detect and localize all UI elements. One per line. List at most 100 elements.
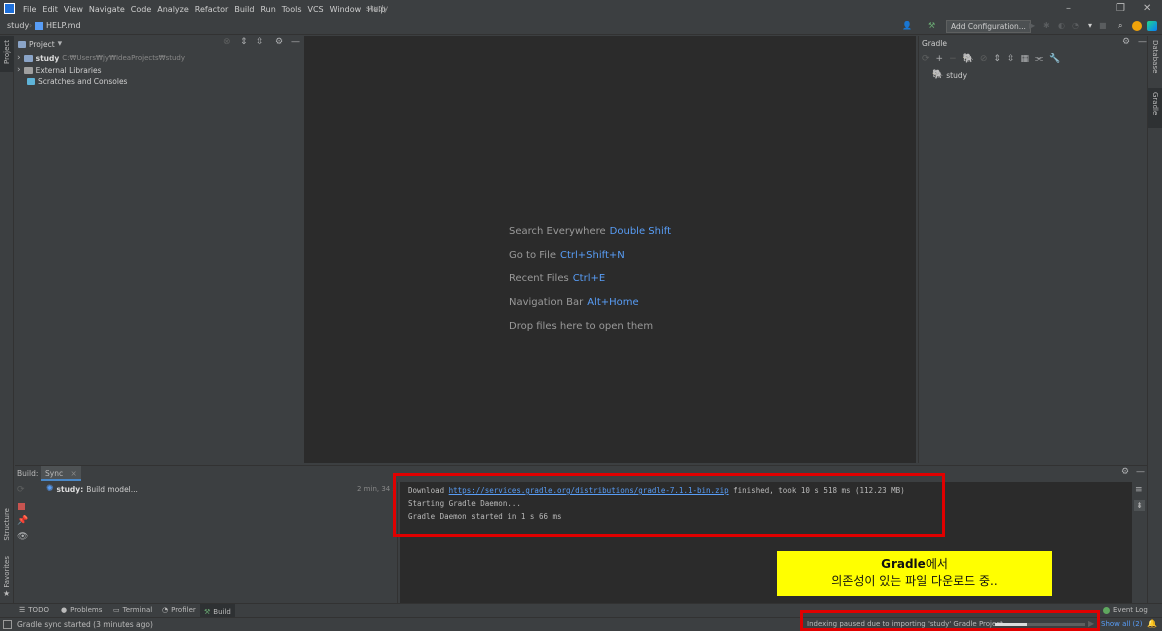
execute-task-icon[interactable]: 🐘 [963, 54, 974, 64]
notifications-icon[interactable]: 🔔 [1147, 619, 1157, 628]
spinner-icon: ✺ [46, 484, 54, 494]
project-view-selector[interactable]: Project ▾ [18, 39, 62, 49]
collapse-all-icon[interactable]: ⇳ [1007, 54, 1015, 64]
update-icon[interactable] [1132, 21, 1142, 31]
project-tool-button[interactable]: Project [0, 36, 14, 72]
gear-icon[interactable]: ⚙ [1122, 37, 1130, 47]
project-tool-label: Project [3, 40, 11, 64]
profile-icon[interactable]: ◔ [1072, 21, 1079, 30]
menu-vcs[interactable]: VCS [306, 5, 328, 14]
menu-code[interactable]: Code [129, 5, 155, 14]
minimize-icon[interactable]: – [1066, 3, 1071, 14]
coverage-icon[interactable]: ◐ [1058, 21, 1065, 30]
database-tool-label[interactable]: Database [1151, 40, 1159, 73]
gradle-tree-root[interactable]: 🐘 study [932, 70, 967, 80]
add-icon[interactable]: + [936, 54, 944, 64]
tree-item-external-libraries[interactable]: › External Libraries [17, 65, 102, 75]
dependencies-icon[interactable]: ▦ [1021, 54, 1030, 64]
tab-label: Build [213, 608, 231, 616]
scroll-to-end-icon[interactable]: ⇟ [1134, 500, 1145, 511]
refresh-icon[interactable]: ⟳ [922, 54, 930, 64]
hide-icon[interactable]: — [1136, 467, 1145, 477]
remove-icon[interactable]: − [949, 54, 957, 64]
stop-icon[interactable]: ■ [1099, 21, 1107, 30]
soft-wrap-icon[interactable]: ≡ [1135, 485, 1143, 495]
gear-icon[interactable]: ⚙ [275, 37, 283, 47]
hide-icon[interactable]: — [291, 37, 300, 47]
menu-tools[interactable]: Tools [280, 5, 306, 14]
menu-file[interactable]: File [21, 5, 40, 14]
menu-run[interactable]: Run [258, 5, 279, 14]
expand-all-icon[interactable]: ⇕ [240, 37, 248, 47]
close-tab-icon[interactable]: × [70, 469, 76, 478]
build-hammer-icon[interactable]: ⚒ [928, 21, 935, 30]
search-icon[interactable]: ⌕ [1118, 21, 1122, 31]
menu-window[interactable]: Window [328, 5, 366, 14]
navigation-bar: study › HELP.md 👤 ⚒ Add Configuration...… [0, 18, 1162, 35]
collapse-all-icon[interactable]: ⇳ [256, 37, 264, 47]
breadcrumb-separator: › [29, 21, 33, 30]
event-log-button[interactable]: Event Log [1103, 606, 1148, 614]
stop-icon[interactable] [18, 503, 25, 510]
hint-label: Navigation Bar [509, 297, 584, 308]
gear-icon[interactable]: ⚙ [1121, 467, 1129, 477]
show-all-link[interactable]: Show all (2) [1101, 620, 1142, 628]
user-icon[interactable]: 👤 [902, 21, 912, 30]
tree-item-study[interactable]: › study C:₩Users₩jy₩IdeaProjects₩study [17, 53, 185, 63]
tab-build[interactable]: ⚒ Build [200, 604, 235, 618]
chevron-right-icon[interactable]: › [17, 65, 21, 75]
menu-bar: File Edit View Navigate Code Analyze Ref… [0, 0, 1162, 18]
status-message[interactable]: Gradle sync started (3 minutes ago) [17, 620, 153, 629]
tab-problems[interactable]: ● Problems [61, 606, 102, 614]
show-diagram-icon[interactable]: ⫘ [1035, 54, 1043, 64]
run-icon[interactable]: ▶ [1029, 21, 1035, 30]
left-tool-strip: Project Structure Favorites ★ [0, 36, 14, 603]
hint-shortcut: Double Shift [609, 226, 672, 237]
structure-tool-label[interactable]: Structure [3, 508, 11, 541]
debug-icon[interactable]: ✱ [1043, 21, 1050, 30]
toolbox-icon[interactable] [1147, 21, 1157, 31]
gradle-toolbar: ⟳ + − 🐘 ⊘ ⇕ ⇳ ▦ ⫘ 🔧 [922, 54, 1060, 64]
gradle-pane: Gradle ⚙ — ⟳ + − 🐘 ⊘ ⇕ ⇳ ▦ ⫘ 🔧 🐘 study [918, 36, 1147, 463]
favorites-tool-label[interactable]: Favorites [3, 556, 11, 588]
favorites-star-icon: ★ [3, 589, 11, 598]
rerun-icon[interactable]: ⟳ [17, 485, 25, 495]
expand-all-icon[interactable]: ⇕ [993, 54, 1001, 64]
chevron-right-icon[interactable]: › [17, 53, 21, 63]
breadcrumb-project[interactable]: study [7, 21, 29, 30]
editor-empty-area[interactable]: Search Everywhere Double Shift Go to File… [304, 36, 916, 463]
tab-profiler[interactable]: ◔ Profiler [162, 606, 196, 614]
hide-icon[interactable]: — [1138, 37, 1147, 47]
tab-sync[interactable]: Sync × [41, 466, 81, 481]
breadcrumb-file[interactable]: HELP.md [46, 21, 81, 30]
offline-icon[interactable]: ⊘ [980, 54, 988, 64]
menu-navigate[interactable]: Navigate [87, 5, 129, 14]
restore-icon[interactable]: ❐ [1116, 3, 1125, 14]
menu-edit[interactable]: Edit [40, 5, 62, 14]
menu-analyze[interactable]: Analyze [155, 5, 193, 14]
tool-window-toggle-icon[interactable] [3, 620, 12, 629]
close-icon[interactable]: ✕ [1143, 3, 1151, 14]
add-configuration-button[interactable]: Add Configuration... [946, 20, 1031, 33]
hint-shortcut: Ctrl+E [572, 273, 606, 284]
project-pane-title: Project [29, 39, 55, 49]
menu-refactor[interactable]: Refactor [193, 5, 233, 14]
chevron-down-icon[interactable]: ▾ [1088, 21, 1092, 30]
menu-build[interactable]: Build [232, 5, 258, 14]
window-title: study [366, 4, 389, 13]
tree-item-scratches[interactable]: Scratches and Consoles [27, 77, 127, 86]
gradle-tool-button[interactable]: Gradle [1148, 88, 1162, 128]
hint-navigation-bar: Navigation Bar Alt+Home [509, 297, 639, 308]
tab-terminal[interactable]: ▭ Terminal [113, 606, 152, 614]
terminal-icon: ▭ [113, 606, 120, 614]
settings-wrench-icon[interactable]: 🔧 [1049, 54, 1060, 64]
build-task-row[interactable]: ✺ study: Build model... [46, 484, 138, 494]
event-log-label: Event Log [1113, 606, 1148, 614]
eye-icon[interactable]: 👁 [17, 532, 28, 542]
console-highlight-box [393, 473, 945, 537]
menu-view[interactable]: View [62, 5, 87, 14]
locate-icon[interactable]: ⊗ [223, 37, 231, 47]
tab-todo[interactable]: ☰ TODO [19, 606, 49, 614]
pin-icon[interactable]: 📌 [17, 516, 28, 526]
tab-sync-label: Sync [45, 469, 64, 478]
